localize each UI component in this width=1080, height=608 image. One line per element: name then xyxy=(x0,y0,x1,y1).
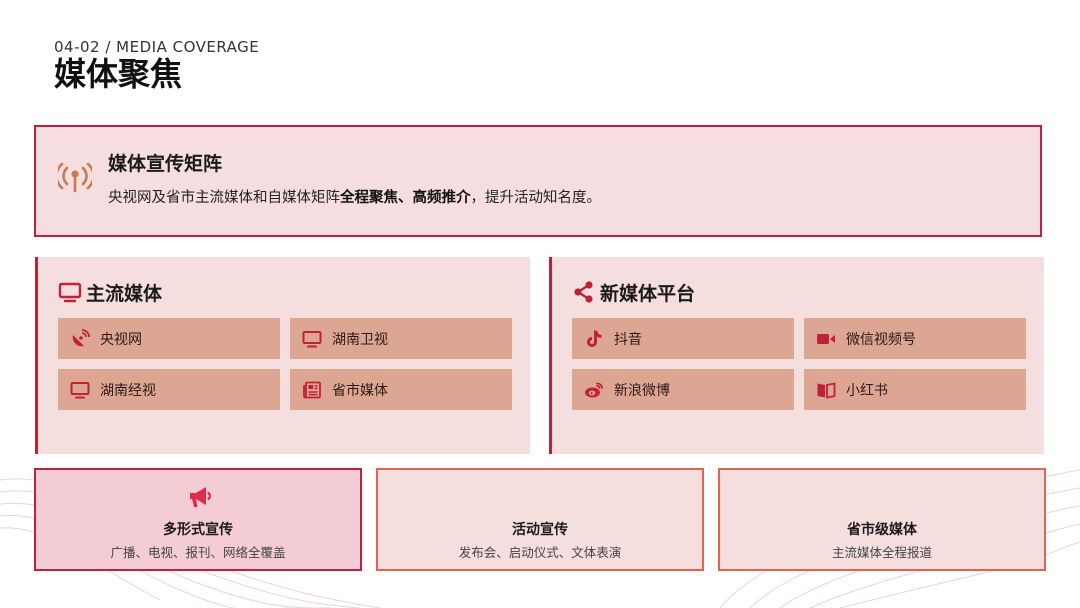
media-chip-hunan-tv: 湖南卫视 xyxy=(290,318,512,359)
page-title: 媒体聚焦 xyxy=(54,55,183,93)
panel-header: 新媒体平台 xyxy=(572,279,695,305)
hero-text-post: ，提升活动知名度。 xyxy=(470,190,602,206)
chip-label: 湖南卫视 xyxy=(332,331,388,348)
share-icon xyxy=(574,281,593,303)
hero-heading: 媒体宣传矩阵 xyxy=(108,153,223,175)
card-event-promotion: 活动宣传 发布会、启动仪式、文体表演 xyxy=(376,468,704,571)
card-subtitle: 主流媒体全程报道 xyxy=(831,545,932,560)
card-multi-form-promotion: 多形式宣传 广播、电视、报刊、网络全覆盖 xyxy=(34,468,362,571)
chip-label: 小红书 xyxy=(846,382,888,399)
monitor-icon xyxy=(70,381,90,398)
card-subtitle: 广播、电视、报刊、网络全覆盖 xyxy=(110,545,286,560)
hero-text-bold: 全程聚焦、高频推介 xyxy=(340,190,471,206)
chip-label: 微信视频号 xyxy=(846,331,916,348)
panel-header: 主流媒体 xyxy=(58,279,162,305)
media-chip-provincial: 省市媒体 xyxy=(290,369,512,410)
media-matrix-box: 媒体宣传矩阵 央视网及省市主流媒体和自媒体矩阵全程聚焦、高频推介，提升活动知名度… xyxy=(34,125,1042,237)
megaphone-icon xyxy=(190,487,211,507)
hero-description: 央视网及省市主流媒体和自媒体矩阵全程聚焦、高频推介，提升活动知名度。 xyxy=(108,186,601,207)
book-icon xyxy=(817,381,836,399)
panel-title: 主流媒体 xyxy=(86,282,163,305)
card-title: 活动宣传 xyxy=(512,522,568,538)
panel-title: 新媒体平台 xyxy=(600,282,696,305)
chip-label: 抖音 xyxy=(614,331,642,348)
media-chip-weibo: 新浪微博 xyxy=(572,369,794,410)
media-chip-douyin: 抖音 xyxy=(572,318,794,359)
media-chip-wechat-channels: 微信视频号 xyxy=(804,318,1026,359)
hero-text-pre: 央视网及省市主流媒体和自媒体矩阵 xyxy=(108,190,340,206)
card-title: 省市级媒体 xyxy=(847,522,917,538)
weibo-icon xyxy=(585,382,603,397)
tiktok-icon xyxy=(587,330,602,347)
satellite-dish-icon xyxy=(72,328,90,346)
monitor-icon xyxy=(302,330,322,347)
monitor-icon xyxy=(58,282,82,303)
card-title: 多形式宣传 xyxy=(163,522,233,538)
video-camera-icon xyxy=(817,333,835,344)
chip-label: 省市媒体 xyxy=(332,382,388,399)
broadcast-antenna-icon xyxy=(58,162,92,193)
card-provincial-media: 省市级媒体 主流媒体全程报道 xyxy=(718,468,1046,571)
new-media-panel: 新媒体平台 抖音 微信视频号 新浪微博 小红书 xyxy=(549,257,1044,454)
card-subtitle: 发布会、启动仪式、文体表演 xyxy=(458,545,622,560)
media-chip-xiaohongshu: 小红书 xyxy=(804,369,1026,410)
chip-label: 湖南经视 xyxy=(100,382,156,399)
newspaper-icon xyxy=(303,381,321,398)
media-chip-hunan-economic-tv: 湖南经视 xyxy=(58,369,280,410)
chip-label: 央视网 xyxy=(100,331,142,348)
mainstream-media-panel: 主流媒体 央视网 湖南卫视 湖南经视 省市媒体 xyxy=(35,257,530,454)
chip-label: 新浪微博 xyxy=(614,382,670,399)
media-chip-cctv: 央视网 xyxy=(58,318,280,359)
